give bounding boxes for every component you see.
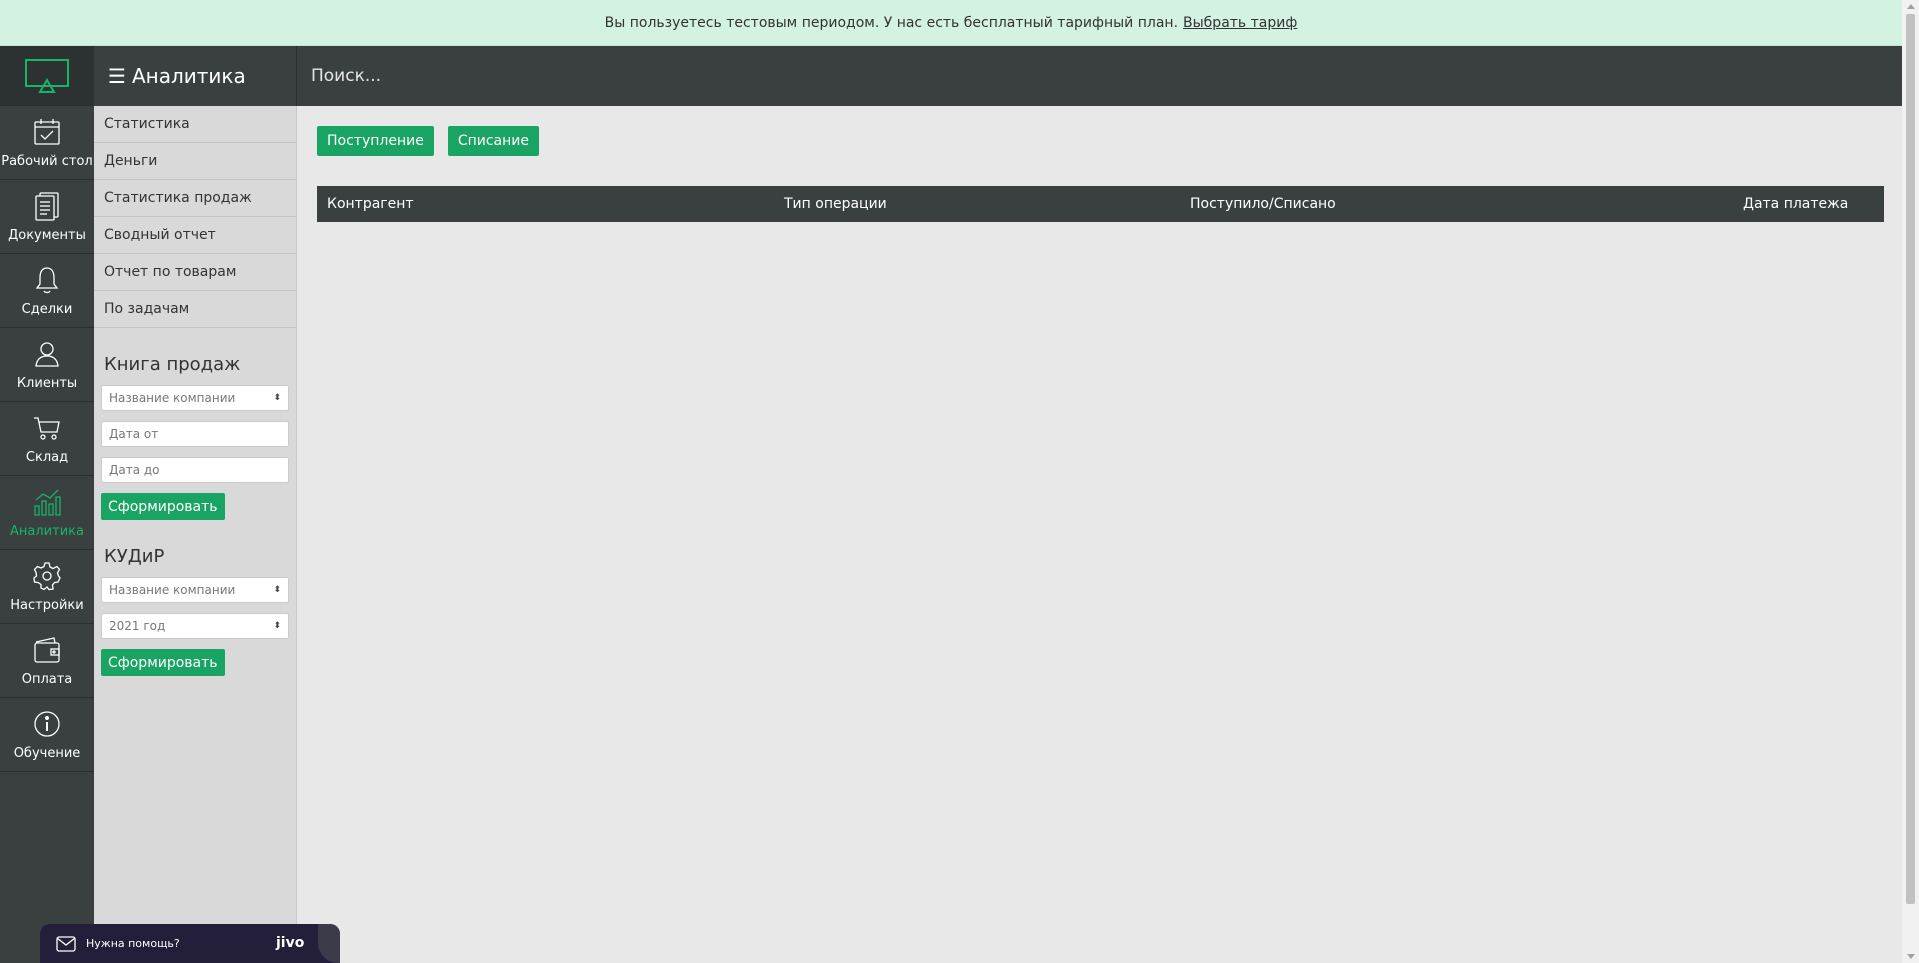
widget-corner (318, 924, 340, 963)
section-title: ☰ Аналитика (94, 46, 296, 106)
nav-warehouse-label: Склад (25, 450, 69, 465)
menu-icon[interactable]: ☰ (108, 64, 126, 88)
users-icon (35, 342, 59, 367)
submenu-item-products-report[interactable]: Отчет по товарам (94, 254, 296, 291)
sales-book-date-to-input[interactable] (109, 463, 281, 477)
kudir-company-value: Название компании (109, 583, 236, 597)
submenu-item-statistics[interactable]: Статистика (94, 106, 296, 143)
sales-book-generate-button[interactable]: Сформировать (101, 493, 225, 520)
action-buttons: Поступление Списание (317, 126, 539, 156)
main-nav-rail: Рабочий стол Документы Сделки Клиенты Ск… (0, 46, 94, 963)
scroll-down-arrow-icon[interactable] (1907, 954, 1915, 959)
nav-settings[interactable]: Настройки (0, 550, 94, 624)
nav-deals[interactable]: Сделки (0, 254, 94, 328)
trial-banner-text: Вы пользуетесь тестовым периодом. У нас … (604, 14, 1179, 31)
kudir-title: КУДиР (104, 546, 165, 567)
wallet-icon (34, 637, 60, 663)
scrollbar-thumb[interactable] (1906, 14, 1915, 904)
nav-desktop-label: Рабочий стол (1, 154, 93, 169)
chart-icon (34, 489, 61, 516)
nav-documents[interactable]: Документы (0, 180, 94, 254)
nav-deals-label: Сделки (21, 302, 73, 317)
nav-analytics[interactable]: Аналитика (0, 476, 94, 550)
bell-icon (35, 267, 59, 294)
nav-clients-label: Клиенты (16, 376, 78, 391)
kudir-year-value: 2021 год (109, 619, 166, 633)
nav-documents-label: Документы (8, 228, 86, 243)
sales-book-date-from-input[interactable] (109, 427, 281, 441)
select-caret-icon: ⬍ (273, 621, 281, 631)
writeoff-button[interactable]: Списание (447, 126, 539, 156)
nav-desktop[interactable]: Рабочий стол (0, 106, 94, 180)
choose-plan-link[interactable]: Выбрать тариф (1183, 15, 1297, 31)
search-input[interactable] (311, 66, 911, 86)
jivo-logo: jivo (276, 935, 305, 951)
info-icon (34, 711, 60, 737)
trial-banner: Вы пользуетесь тестовым периодом. У нас … (0, 0, 1902, 46)
submenu-item-money[interactable]: Деньги (94, 143, 296, 180)
column-header-payment-date[interactable]: Дата платежа (1743, 186, 1848, 222)
calendar-check-icon (34, 119, 60, 145)
select-caret-icon: ⬍ (273, 393, 281, 403)
column-header-operation-type[interactable]: Тип операции (784, 186, 887, 222)
submenu-item-summary-report[interactable]: Сводный отчет (94, 217, 296, 254)
app-logo[interactable] (0, 46, 94, 106)
section-title-text: Аналитика (131, 64, 246, 88)
document-icon (35, 192, 59, 221)
sales-book-company-value: Название компании (109, 391, 236, 405)
kudir-year-select[interactable]: 2021 год ⬍ (101, 613, 289, 639)
monitor-logo-icon (25, 58, 69, 93)
nav-clients[interactable]: Клиенты (0, 328, 94, 402)
nav-learning-label: Обучение (13, 746, 81, 761)
nav-payment[interactable]: Оплата (0, 624, 94, 698)
gear-icon (33, 562, 61, 591)
kudir-company-select[interactable]: Название компании ⬍ (101, 577, 289, 603)
sales-book-date-to-field (101, 457, 289, 483)
sales-book-date-from-field (101, 421, 289, 447)
nav-learning[interactable]: Обучение (0, 698, 94, 772)
main-content: Поступление Списание Контрагент Тип опер… (297, 106, 1902, 963)
submenu-item-by-tasks[interactable]: По задачам (94, 291, 296, 328)
nav-warehouse[interactable]: Склад (0, 402, 94, 476)
scroll-up-arrow-icon[interactable] (1907, 4, 1915, 9)
envelope-icon (56, 935, 76, 952)
search-bar (296, 46, 1902, 106)
submenu-item-sales-statistics[interactable]: Статистика продаж (94, 180, 296, 217)
nav-payment-label: Оплата (21, 672, 73, 687)
analytics-submenu: Статистика Деньги Статистика продаж Свод… (94, 106, 297, 963)
operations-table-header: Контрагент Тип операции Поступило/Списан… (317, 186, 1884, 222)
cart-icon (34, 417, 60, 440)
sales-book-title: Книга продаж (104, 354, 241, 375)
kudir-generate-button[interactable]: Сформировать (101, 649, 225, 676)
nav-analytics-label: Аналитика (10, 524, 84, 539)
select-caret-icon: ⬍ (273, 585, 281, 595)
page-scrollbar[interactable] (1902, 0, 1919, 963)
nav-settings-label: Настройки (10, 598, 84, 613)
top-header: ☰ Аналитика (94, 46, 1902, 106)
column-header-counterparty[interactable]: Контрагент (327, 186, 414, 222)
column-header-amount[interactable]: Поступило/Списано (1190, 186, 1336, 222)
help-chat-text: Нужна помощь? (86, 937, 180, 950)
income-button[interactable]: Поступление (317, 126, 434, 156)
help-chat-widget[interactable]: Нужна помощь? jivo (40, 924, 340, 963)
sales-book-company-select[interactable]: Название компании ⬍ (101, 385, 289, 411)
